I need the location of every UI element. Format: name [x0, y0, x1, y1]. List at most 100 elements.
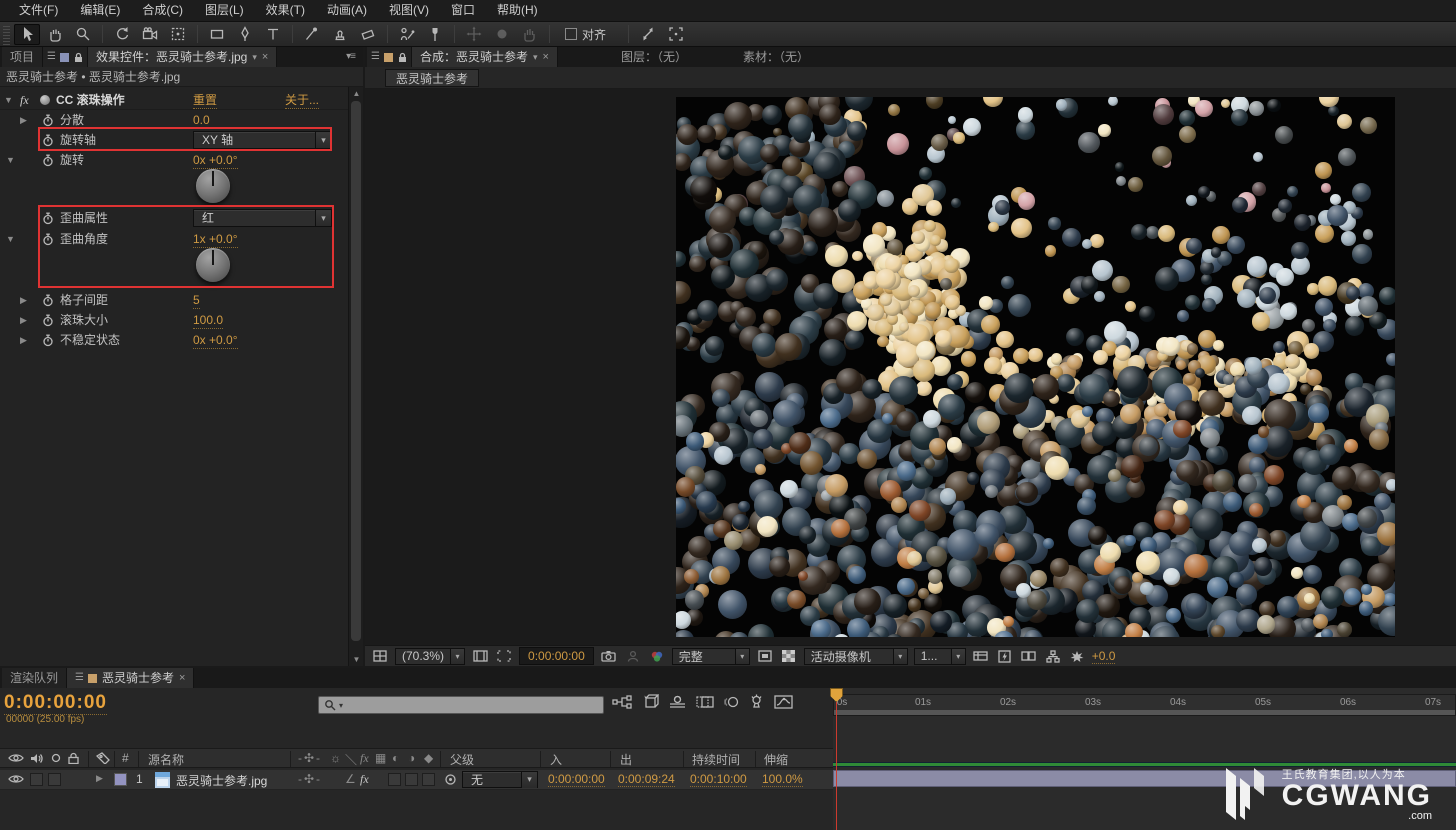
pan-behind-tool-icon[interactable]	[165, 24, 191, 45]
panel-menu-button[interactable]: ▾≡	[338, 47, 363, 67]
scroll-down-icon[interactable]: ▼	[351, 655, 362, 664]
layer-in-value[interactable]: 0:00:00:00	[548, 772, 605, 787]
tab-effect-controls[interactable]: 效果控件：恶灵骑士参考.jpg ▾ ×	[88, 47, 277, 67]
timeline-button-icon[interactable]	[972, 648, 990, 664]
menu-file[interactable]: 文件(F)	[8, 0, 69, 21]
parent-dropdown[interactable]: 无 ▾	[462, 771, 538, 788]
tab-project[interactable]: 项目	[2, 47, 43, 67]
exposure-icon[interactable]	[1068, 648, 1086, 664]
view-layout-dropdown[interactable]: 1... ▾	[914, 648, 966, 665]
property-value[interactable]: 0.0	[193, 112, 210, 129]
layer-row[interactable]: ▶ 1 恶灵骑士参考.jpg -✣- ∠ fx 无 ▾ 0:00:00:00 0…	[0, 770, 833, 790]
safe-margins-icon[interactable]	[471, 648, 489, 664]
menu-effect[interactable]: 效果(T)	[255, 0, 316, 21]
column-parent[interactable]: 父级	[450, 751, 474, 768]
hide-shy-icon[interactable]	[669, 695, 686, 708]
property-row-grid-spacing[interactable]: ▶ 格子间距 5	[0, 290, 348, 310]
tab-close-icon[interactable]: ×	[262, 47, 268, 67]
dropdown-arrow-icon[interactable]: ▾	[735, 649, 749, 664]
resolution-dropdown[interactable]: 完整 ▾	[672, 648, 750, 665]
property-row-ball-size[interactable]: ▶ 滚珠大小 100.0	[0, 310, 348, 330]
align-checkbox[interactable]	[565, 28, 577, 40]
layer-switch-box[interactable]	[405, 773, 418, 786]
pixel-aspect-icon[interactable]	[1020, 648, 1038, 664]
solo-icon[interactable]	[50, 752, 62, 764]
fast-preview-icon[interactable]	[996, 648, 1014, 664]
expander-icon[interactable]: ▼	[6, 229, 18, 249]
tab-composition[interactable]: 合成：恶灵骑士参考 ▾ ×	[412, 47, 558, 67]
layer-switch-box[interactable]	[388, 773, 401, 786]
timeline-timecode[interactable]: 0:00:00:00	[4, 692, 107, 715]
menu-composition[interactable]: 合成(C)	[131, 0, 194, 21]
exposure-value[interactable]: +0.0	[1092, 649, 1116, 664]
expander-icon[interactable]: ▼	[6, 150, 18, 170]
camera-view-dropdown[interactable]: 活动摄像机 ▾	[804, 648, 908, 665]
tab-timeline-comp[interactable]: ☰ 恶灵骑士参考 ×	[67, 668, 194, 688]
rectangle-tool-icon[interactable]	[204, 24, 230, 45]
region-capture-icon[interactable]	[663, 24, 689, 45]
tab-layer[interactable]: 图层：（无）	[613, 47, 695, 67]
transparency-grid-icon[interactable]	[780, 648, 798, 664]
property-row-twist-property[interactable]: 歪曲属性 红 ▾	[0, 208, 348, 228]
comp-subtab[interactable]: 恶灵骑士参考	[385, 69, 479, 87]
layer-fx-icon[interactable]: fx	[360, 772, 369, 787]
search-dropdown-icon[interactable]: ▾	[339, 701, 343, 710]
effect-header-row[interactable]: ▼ fx CC 滚珠操作 重置 关于...	[0, 90, 348, 110]
menu-animation[interactable]: 动画(A)	[316, 0, 378, 21]
tab-render-queue[interactable]: 渲染队列	[2, 668, 67, 688]
menu-help[interactable]: 帮助(H)	[486, 0, 549, 21]
toolbar-grip[interactable]	[3, 24, 10, 45]
brainstorm-icon[interactable]	[749, 694, 764, 709]
camera-tool-icon[interactable]	[137, 24, 163, 45]
puppet-pin-tool-icon[interactable]	[422, 24, 448, 45]
layer-out-value[interactable]: 0:00:09:24	[618, 772, 675, 787]
tab-dropdown-icon[interactable]: ▾	[533, 47, 538, 67]
snapshot-camera-icon[interactable]	[600, 648, 618, 664]
eraser-tool-icon[interactable]	[355, 24, 381, 45]
property-value[interactable]: 1x +0.0°	[193, 231, 238, 248]
twist-angle-dial[interactable]	[196, 248, 230, 282]
layer-visibility-icon[interactable]	[8, 773, 24, 785]
audio-toggle-box[interactable]	[30, 773, 43, 786]
stopwatch-icon[interactable]	[42, 134, 54, 147]
lock-icon[interactable]	[68, 752, 79, 764]
viewer-timecode[interactable]: 0:00:00:00	[519, 647, 594, 665]
tab-close-icon[interactable]: ×	[543, 47, 549, 67]
region-of-interest-icon[interactable]	[495, 648, 513, 664]
show-snapshot-icon[interactable]	[624, 648, 642, 664]
menu-view[interactable]: 视图(V)	[378, 0, 440, 21]
resize-arrows-icon[interactable]	[635, 24, 661, 45]
channel-flower-icon[interactable]	[648, 648, 666, 664]
layer-switches[interactable]: -✣-	[298, 772, 322, 786]
stopwatch-icon[interactable]	[42, 233, 54, 246]
work-area-bar[interactable]	[833, 710, 1456, 716]
layer-expander-icon[interactable]: ▶	[96, 773, 103, 784]
tab-close-icon[interactable]: ×	[179, 668, 185, 688]
timeline-search-input[interactable]: ▾	[318, 696, 604, 714]
audio-icon[interactable]	[30, 752, 43, 765]
pen-tool-icon[interactable]	[232, 24, 258, 45]
rotation-dial[interactable]	[196, 169, 230, 203]
grid-options-icon[interactable]	[371, 648, 389, 664]
brush-tool-icon[interactable]	[299, 24, 325, 45]
stopwatch-icon[interactable]	[42, 314, 54, 327]
expander-icon[interactable]: ▶	[20, 290, 32, 310]
tab-footage[interactable]: 素材：（无）	[735, 47, 817, 67]
layer-switch-box[interactable]	[422, 773, 435, 786]
hand-tool-icon[interactable]	[42, 24, 68, 45]
dropdown-arrow-icon[interactable]: ▾	[951, 649, 965, 664]
solo-toggle-box[interactable]	[48, 773, 61, 786]
expander-icon[interactable]: ▶	[20, 110, 32, 130]
property-row-rotation[interactable]: ▼ 旋转 0x +0.0°	[0, 150, 348, 170]
zoom-dropdown[interactable]: (70.3%) ▾	[395, 648, 465, 665]
flowchart-icon[interactable]	[1044, 648, 1062, 664]
column-source-name[interactable]: 源名称	[148, 751, 184, 768]
scroll-up-icon[interactable]: ▲	[351, 89, 362, 98]
dropdown-arrow-icon[interactable]: ▾	[893, 649, 907, 664]
label-icon[interactable]	[96, 752, 110, 764]
property-value[interactable]: 100.0	[193, 312, 223, 329]
scrollbar-thumb[interactable]	[351, 101, 361, 641]
effect-about-link[interactable]: 关于...	[285, 92, 319, 109]
layer-name[interactable]: 恶灵骑士参考.jpg	[176, 772, 267, 789]
column-duration[interactable]: 持续时间	[692, 751, 740, 768]
